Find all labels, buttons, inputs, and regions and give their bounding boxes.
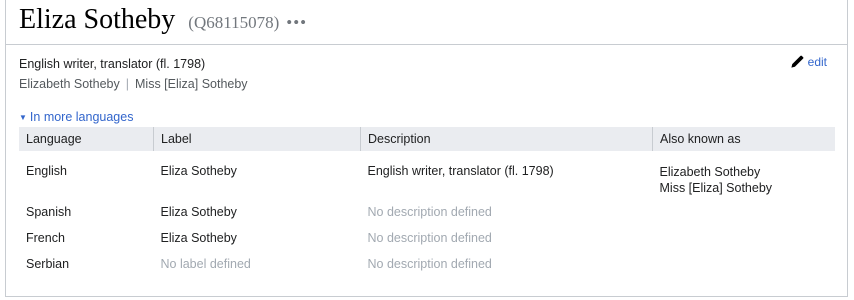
entity-aliases: Elizabeth Sotheby | Miss [Eliza] Sotheby — [19, 77, 248, 91]
cell-aliases — [653, 222, 836, 248]
entity-panel: Eliza Sotheby (Q68115078) ••• English wr… — [5, 0, 848, 297]
cell-language: Spanish — [26, 205, 72, 219]
header-also-known-as: Also known as — [652, 127, 835, 151]
alias-item: Miss [Eliza] Sotheby — [135, 77, 248, 91]
more-options-icon[interactable]: ••• — [286, 13, 307, 32]
entity-description: English writer, translator (fl. 1798) — [19, 57, 206, 71]
header-language: Language — [19, 127, 154, 151]
alias-item: Miss [Eliza] Sotheby — [659, 181, 773, 195]
title-bar: Eliza Sotheby (Q68115078) ••• — [6, 0, 847, 45]
alias-item: Elizabeth Sotheby — [659, 165, 761, 179]
cell-language: Serbian — [26, 257, 70, 271]
cell-aliases — [653, 196, 836, 222]
cell-aliases — [653, 248, 836, 274]
cell-aliases: Elizabeth Sotheby Miss [Eliza] Sotheby — [653, 151, 836, 196]
header-description: Description — [360, 127, 653, 151]
more-languages-toggle[interactable]: ▼ In more languages — [19, 110, 133, 124]
table-row: Serbian No label defined No description … — [19, 248, 835, 274]
cell-label: Eliza Sotheby — [160, 205, 237, 219]
alias-item: Elizabeth Sotheby — [19, 77, 120, 91]
table-header-row: Language Label Description Also known as — [19, 127, 835, 151]
cell-language: French — [26, 231, 65, 245]
triangle-down-icon: ▼ — [19, 112, 27, 122]
more-languages-label: In more languages — [29, 110, 134, 124]
header-label: Label — [153, 127, 361, 151]
table-row: French Eliza Sotheby No description defi… — [19, 222, 835, 248]
page-title: Eliza Sotheby (Q68115078) ••• — [19, 4, 307, 36]
entity-label: Eliza Sotheby — [19, 4, 176, 35]
edit-button[interactable]: edit — [790, 55, 827, 69]
pencil-icon — [790, 55, 804, 69]
entity-id: (Q68115078) — [188, 13, 280, 32]
languages-table: Language Label Description Also known as… — [19, 127, 835, 274]
table-row: Spanish Eliza Sotheby No description def… — [19, 196, 835, 222]
table-row: English Eliza Sotheby English writer, tr… — [19, 151, 835, 196]
cell-description: No description defined — [367, 231, 492, 245]
edit-label: edit — [807, 55, 827, 69]
cell-description: No description defined — [367, 205, 492, 219]
alias-separator: | — [125, 77, 130, 91]
cell-label: No label defined — [160, 257, 251, 271]
cell-language: English — [26, 164, 67, 178]
cell-label: Eliza Sotheby — [160, 231, 237, 245]
cell-label: Eliza Sotheby — [160, 164, 237, 178]
cell-description: English writer, translator (fl. 1798) — [367, 164, 554, 178]
cell-description: No description defined — [367, 257, 492, 271]
